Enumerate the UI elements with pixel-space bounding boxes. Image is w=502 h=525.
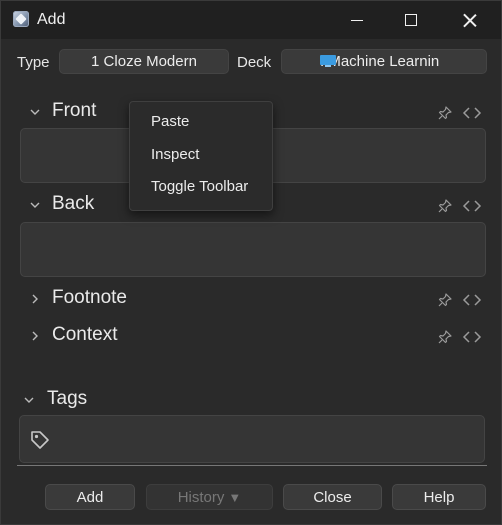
tag-icon[interactable]: [30, 430, 50, 450]
html-editor-toggle-icon[interactable]: [462, 105, 482, 121]
deck-selector-label: ::Machine Learnin: [320, 53, 440, 70]
chevron-right-icon[interactable]: [29, 330, 41, 342]
tags-header: Tags: [1, 387, 501, 415]
close-button[interactable]: Close: [283, 484, 382, 510]
field-header-footnote: Footnote: [1, 286, 501, 314]
chevron-right-icon[interactable]: [29, 293, 41, 305]
history-button-label: History: [177, 488, 225, 506]
notetype-selector[interactable]: 1 Cloze Modern: [59, 49, 229, 74]
field-label-context[interactable]: Context: [52, 324, 117, 346]
html-editor-toggle-icon[interactable]: [462, 198, 482, 214]
html-editor-toggle-icon[interactable]: [462, 292, 482, 308]
field-editor-back[interactable]: [20, 222, 486, 277]
history-button[interactable]: History ▼: [146, 484, 273, 510]
type-label: Type: [17, 54, 50, 71]
deck-label: Deck: [237, 54, 272, 71]
field-label-front[interactable]: Front: [52, 100, 96, 122]
chevron-down-icon[interactable]: [29, 106, 41, 118]
pin-icon[interactable]: [437, 198, 453, 214]
anki-star-icon: [13, 11, 29, 27]
chevron-down-icon[interactable]: [29, 199, 41, 211]
minimize-button[interactable]: [334, 1, 380, 39]
pin-icon[interactable]: [437, 329, 453, 345]
help-button[interactable]: Help: [392, 484, 486, 510]
window-title: Add: [37, 11, 66, 28]
field-header-context: Context: [1, 323, 501, 351]
tags-label[interactable]: Tags: [47, 388, 87, 410]
dropdown-arrow-icon: ▼: [228, 489, 242, 505]
menu-item-toggle-toolbar[interactable]: Toggle Toolbar: [130, 172, 272, 202]
maximize-button[interactable]: [388, 1, 434, 39]
context-menu: Paste Inspect Toggle Toolbar: [129, 101, 273, 211]
add-note-window: Add Type 1 Cloze Modern Deck ::Machine L…: [0, 0, 502, 525]
pin-icon[interactable]: [437, 292, 453, 308]
field-label-back[interactable]: Back: [52, 193, 94, 215]
add-button[interactable]: Add: [45, 484, 135, 510]
monitor-icon: [320, 55, 336, 67]
close-icon: [463, 13, 477, 27]
menu-item-inspect[interactable]: Inspect: [130, 140, 272, 170]
html-editor-toggle-icon[interactable]: [462, 329, 482, 345]
tag-editor[interactable]: [19, 415, 485, 463]
minimize-icon: [351, 19, 363, 21]
close-window-button[interactable]: [447, 1, 493, 39]
title-bar: Add: [1, 1, 501, 39]
maximize-icon: [405, 14, 417, 26]
menu-item-paste[interactable]: Paste: [130, 107, 272, 137]
separator: [17, 465, 487, 466]
pin-icon[interactable]: [437, 105, 453, 121]
chevron-down-icon[interactable]: [23, 394, 35, 406]
deck-selector[interactable]: ::Machine Learnin: [281, 49, 487, 74]
field-label-footnote[interactable]: Footnote: [52, 287, 127, 309]
